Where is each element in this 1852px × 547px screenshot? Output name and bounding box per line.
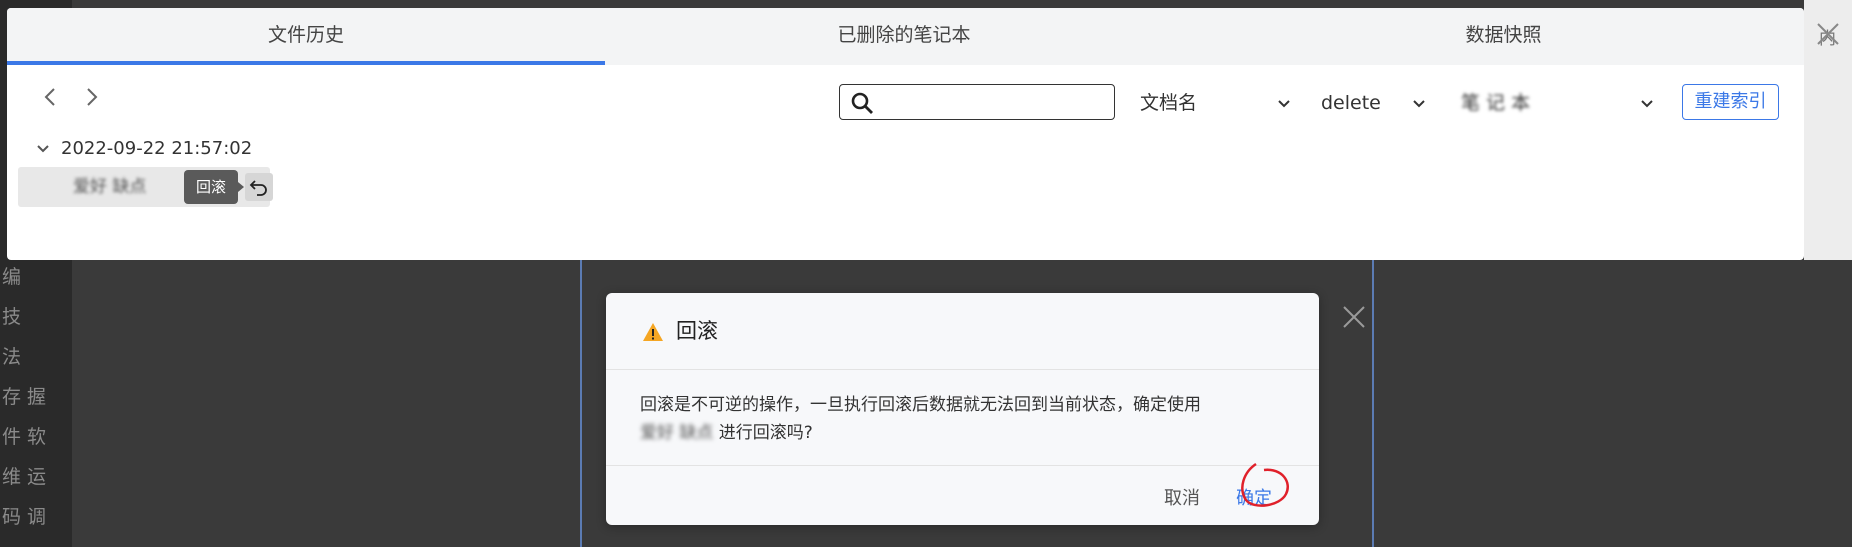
bg-fragment: 存 握 — [2, 386, 47, 408]
type-select-value: 文档名 — [1140, 92, 1198, 114]
notebook-select[interactable]: 笔 记 本 — [1461, 84, 1655, 122]
history-group-date: 2022-09-22 21:57:02 — [61, 138, 253, 159]
search-icon — [851, 92, 873, 114]
search-input[interactable] — [839, 84, 1115, 120]
dialog-message-line1: 回滚是不可逆的操作，一旦执行回滚后数据就无法回到当前状态，确定使用 — [640, 395, 1201, 415]
operation-select-value: delete — [1321, 92, 1381, 114]
cancel-button[interactable]: 取消 — [1164, 484, 1200, 510]
operation-select[interactable]: delete — [1321, 84, 1427, 122]
rollback-button[interactable] — [245, 173, 273, 201]
bg-fragment: 法 — [2, 346, 22, 368]
tab-bar: 文件历史 已删除的笔记本 数据快照 — [7, 8, 1804, 65]
rebuild-index-button[interactable]: 重建索引 — [1682, 84, 1779, 120]
dialog-title: 回滚 — [676, 319, 718, 343]
bg-fragment: 维 运 — [2, 466, 47, 488]
bg-fragment: 码 调 — [2, 506, 47, 528]
dialog-header: 回滚 — [606, 293, 1319, 370]
bg-fragment: 技 — [2, 306, 22, 328]
bg-fragment: 件 软 — [2, 426, 47, 448]
chevron-right-icon[interactable] — [79, 85, 103, 109]
chevron-down-icon — [1413, 100, 1425, 108]
chevron-down-icon — [1641, 100, 1653, 108]
bg-fragment: 编 — [2, 266, 22, 288]
dialog-message-line2: 进行回滚吗? — [713, 423, 813, 443]
chevron-down-icon[interactable] — [35, 141, 51, 157]
type-select[interactable]: 文档名 — [1140, 84, 1292, 122]
chevron-left-icon[interactable] — [39, 85, 63, 109]
undo-icon — [249, 180, 267, 196]
close-icon[interactable] — [1340, 303, 1368, 331]
close-icon[interactable] — [1814, 20, 1842, 48]
toolbar: 文档名 delete 笔 记 本 重建索引 — [7, 65, 1804, 125]
history-entry-label: 爱好 缺点 — [73, 177, 147, 197]
rollback-confirm-dialog: 回滚 回滚是不可逆的操作，一旦执行回滚后数据就无法回到当前状态，确定使用 爱好 … — [606, 293, 1319, 525]
red-circle-annotation — [1241, 462, 1289, 507]
tab-file-history[interactable]: 文件历史 — [7, 8, 605, 65]
tab-deleted-notebooks[interactable]: 已删除的笔记本 — [605, 8, 1203, 65]
warning-icon — [643, 323, 663, 341]
notebook-select-value: 笔 记 本 — [1461, 92, 1531, 114]
chevron-down-icon — [1278, 100, 1290, 108]
tab-data-snapshot[interactable]: 数据快照 — [1203, 8, 1804, 65]
history-panel: 文件历史 已删除的笔记本 数据快照 文档名 delete 笔 记 本 重建索引 … — [7, 8, 1804, 260]
dialog-footer: 取消 确定 — [606, 462, 1319, 526]
dialog-redacted-name: 爱好 缺点 — [640, 423, 714, 443]
rollback-tooltip: 回滚 — [184, 170, 244, 204]
dialog-message: 回滚是不可逆的操作，一旦执行回滚后数据就无法回到当前状态，确定使用 爱好 缺点 … — [640, 391, 1300, 447]
history-entry[interactable]: 爱好 缺点 回滚 — [18, 167, 273, 207]
